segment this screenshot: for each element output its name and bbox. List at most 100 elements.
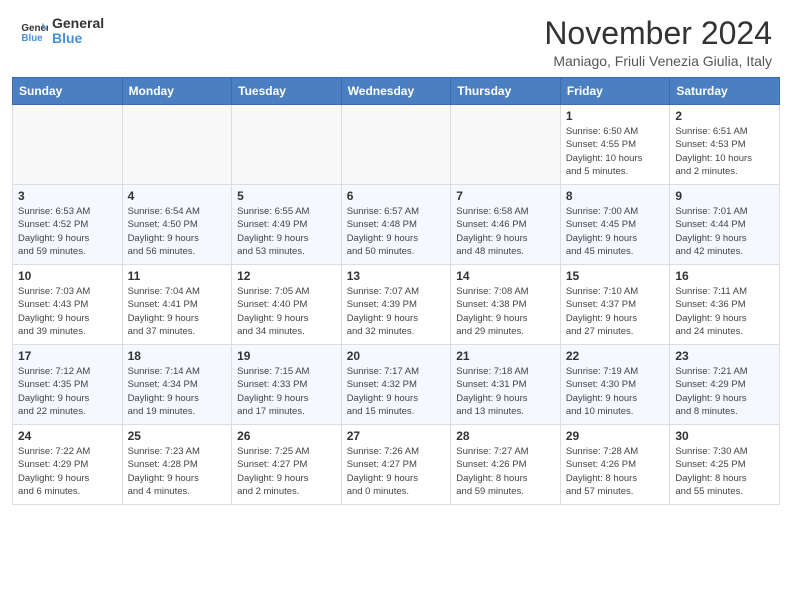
calendar-cell: 23 Sunrise: 7:21 AM Sunset: 4:29 PM Dayli… (670, 345, 780, 425)
day-number: 23 (675, 349, 774, 363)
calendar-cell: 17 Sunrise: 7:12 AM Sunset: 4:35 PM Dayli… (13, 345, 123, 425)
day-number: 24 (18, 429, 117, 443)
day-info: Sunrise: 7:11 AM Sunset: 4:36 PM Dayligh… (675, 285, 774, 338)
calendar-week-row: 17 Sunrise: 7:12 AM Sunset: 4:35 PM Dayli… (13, 345, 780, 425)
day-info: Sunrise: 7:05 AM Sunset: 4:40 PM Dayligh… (237, 285, 336, 338)
day-info: Sunrise: 7:01 AM Sunset: 4:44 PM Dayligh… (675, 205, 774, 258)
day-info: Sunrise: 7:23 AM Sunset: 4:28 PM Dayligh… (128, 445, 227, 498)
calendar-cell: 15 Sunrise: 7:10 AM Sunset: 4:37 PM Dayli… (560, 265, 670, 345)
calendar-cell: 26Sunrise: 7:25 AM Sunset: 4:27 PM Dayli… (232, 425, 342, 505)
day-number: 6 (347, 189, 446, 203)
day-number: 16 (675, 269, 774, 283)
calendar-cell: 7Sunrise: 6:58 AM Sunset: 4:46 PM Daylig… (451, 185, 561, 265)
day-info: Sunrise: 7:30 AM Sunset: 4:25 PM Dayligh… (675, 445, 774, 498)
calendar-cell: 14 Sunrise: 7:08 AM Sunset: 4:38 PM Dayli… (451, 265, 561, 345)
day-number: 27 (347, 429, 446, 443)
calendar-cell: 8Sunrise: 7:00 AM Sunset: 4:45 PM Daylig… (560, 185, 670, 265)
calendar-cell: 1 Sunrise: 6:50 AM Sunset: 4:55 PM Daylig… (560, 105, 670, 185)
logo-line2: Blue (52, 31, 104, 46)
calendar-cell: 11 Sunrise: 7:04 AM Sunset: 4:41 PM Dayli… (122, 265, 232, 345)
calendar-cell (451, 105, 561, 185)
calendar-cell: 24 Sunrise: 7:22 AM Sunset: 4:29 PM Dayli… (13, 425, 123, 505)
day-number: 5 (237, 189, 336, 203)
svg-text:Blue: Blue (21, 33, 43, 44)
day-info: Sunrise: 7:19 AM Sunset: 4:30 PM Dayligh… (566, 365, 665, 418)
day-info: Sunrise: 7:22 AM Sunset: 4:29 PM Dayligh… (18, 445, 117, 498)
day-info: Sunrise: 6:55 AM Sunset: 4:49 PM Dayligh… (237, 205, 336, 258)
day-info: Sunrise: 7:21 AM Sunset: 4:29 PM Dayligh… (675, 365, 774, 418)
day-info: Sunrise: 7:18 AM Sunset: 4:31 PM Dayligh… (456, 365, 555, 418)
calendar-week-row: 1 Sunrise: 6:50 AM Sunset: 4:55 PM Daylig… (13, 105, 780, 185)
day-info: Sunrise: 6:57 AM Sunset: 4:48 PM Dayligh… (347, 205, 446, 258)
calendar-cell: 5 Sunrise: 6:55 AM Sunset: 4:49 PM Daylig… (232, 185, 342, 265)
day-info: Sunrise: 7:28 AM Sunset: 4:26 PM Dayligh… (566, 445, 665, 498)
day-number: 9 (675, 189, 774, 203)
day-number: 29 (566, 429, 665, 443)
day-number: 14 (456, 269, 555, 283)
weekday-header-thursday: Thursday (451, 78, 561, 105)
calendar-week-row: 3Sunrise: 6:53 AM Sunset: 4:52 PM Daylig… (13, 185, 780, 265)
day-number: 15 (566, 269, 665, 283)
day-number: 22 (566, 349, 665, 363)
day-info: Sunrise: 7:15 AM Sunset: 4:33 PM Dayligh… (237, 365, 336, 418)
calendar-cell (122, 105, 232, 185)
weekday-header-wednesday: Wednesday (341, 78, 451, 105)
weekday-header-tuesday: Tuesday (232, 78, 342, 105)
calendar-cell: 21 Sunrise: 7:18 AM Sunset: 4:31 PM Dayli… (451, 345, 561, 425)
logo: General Blue General Blue (20, 16, 104, 47)
day-number: 10 (18, 269, 117, 283)
calendar-cell: 3Sunrise: 6:53 AM Sunset: 4:52 PM Daylig… (13, 185, 123, 265)
calendar-cell: 27 Sunrise: 7:26 AM Sunset: 4:27 PM Dayli… (341, 425, 451, 505)
day-number: 21 (456, 349, 555, 363)
logo-line1: General (52, 16, 104, 31)
weekday-header-row: SundayMondayTuesdayWednesdayThursdayFrid… (13, 78, 780, 105)
calendar-wrapper: SundayMondayTuesdayWednesdayThursdayFrid… (0, 77, 792, 517)
day-info: Sunrise: 7:08 AM Sunset: 4:38 PM Dayligh… (456, 285, 555, 338)
day-number: 4 (128, 189, 227, 203)
location-subtitle: Maniago, Friuli Venezia Giulia, Italy (544, 53, 772, 69)
title-block: November 2024 Maniago, Friuli Venezia Gi… (544, 16, 772, 69)
calendar-week-row: 10Sunrise: 7:03 AM Sunset: 4:43 PM Dayli… (13, 265, 780, 345)
calendar-cell: 4 Sunrise: 6:54 AM Sunset: 4:50 PM Daylig… (122, 185, 232, 265)
calendar-week-row: 24 Sunrise: 7:22 AM Sunset: 4:29 PM Dayli… (13, 425, 780, 505)
calendar-cell: 22 Sunrise: 7:19 AM Sunset: 4:30 PM Dayli… (560, 345, 670, 425)
day-info: Sunrise: 6:50 AM Sunset: 4:55 PM Dayligh… (566, 125, 665, 178)
day-info: Sunrise: 7:17 AM Sunset: 4:32 PM Dayligh… (347, 365, 446, 418)
calendar-cell: 13Sunrise: 7:07 AM Sunset: 4:39 PM Dayli… (341, 265, 451, 345)
day-number: 3 (18, 189, 117, 203)
weekday-header-saturday: Saturday (670, 78, 780, 105)
calendar-cell: 18 Sunrise: 7:14 AM Sunset: 4:34 PM Dayli… (122, 345, 232, 425)
day-number: 1 (566, 109, 665, 123)
calendar-cell: 25Sunrise: 7:23 AM Sunset: 4:28 PM Dayli… (122, 425, 232, 505)
calendar-cell: 30Sunrise: 7:30 AM Sunset: 4:25 PM Dayli… (670, 425, 780, 505)
day-number: 18 (128, 349, 227, 363)
weekday-header-sunday: Sunday (13, 78, 123, 105)
day-info: Sunrise: 7:00 AM Sunset: 4:45 PM Dayligh… (566, 205, 665, 258)
day-number: 11 (128, 269, 227, 283)
calendar-cell (232, 105, 342, 185)
calendar-cell: 16 Sunrise: 7:11 AM Sunset: 4:36 PM Dayli… (670, 265, 780, 345)
day-number: 26 (237, 429, 336, 443)
weekday-header-monday: Monday (122, 78, 232, 105)
calendar-cell: 6 Sunrise: 6:57 AM Sunset: 4:48 PM Daylig… (341, 185, 451, 265)
day-number: 7 (456, 189, 555, 203)
day-number: 28 (456, 429, 555, 443)
month-title: November 2024 (544, 16, 772, 51)
day-info: Sunrise: 6:51 AM Sunset: 4:53 PM Dayligh… (675, 125, 774, 178)
day-number: 20 (347, 349, 446, 363)
day-info: Sunrise: 6:54 AM Sunset: 4:50 PM Dayligh… (128, 205, 227, 258)
calendar-cell: 29 Sunrise: 7:28 AM Sunset: 4:26 PM Dayli… (560, 425, 670, 505)
day-info: Sunrise: 7:07 AM Sunset: 4:39 PM Dayligh… (347, 285, 446, 338)
day-info: Sunrise: 7:14 AM Sunset: 4:34 PM Dayligh… (128, 365, 227, 418)
day-info: Sunrise: 7:10 AM Sunset: 4:37 PM Dayligh… (566, 285, 665, 338)
day-info: Sunrise: 7:12 AM Sunset: 4:35 PM Dayligh… (18, 365, 117, 418)
day-info: Sunrise: 7:26 AM Sunset: 4:27 PM Dayligh… (347, 445, 446, 498)
weekday-header-friday: Friday (560, 78, 670, 105)
calendar-cell: 9 Sunrise: 7:01 AM Sunset: 4:44 PM Daylig… (670, 185, 780, 265)
day-number: 17 (18, 349, 117, 363)
calendar-cell (341, 105, 451, 185)
day-info: Sunrise: 7:04 AM Sunset: 4:41 PM Dayligh… (128, 285, 227, 338)
calendar-table: SundayMondayTuesdayWednesdayThursdayFrid… (12, 77, 780, 505)
logo-icon: General Blue (20, 17, 48, 45)
calendar-cell: 2Sunrise: 6:51 AM Sunset: 4:53 PM Daylig… (670, 105, 780, 185)
